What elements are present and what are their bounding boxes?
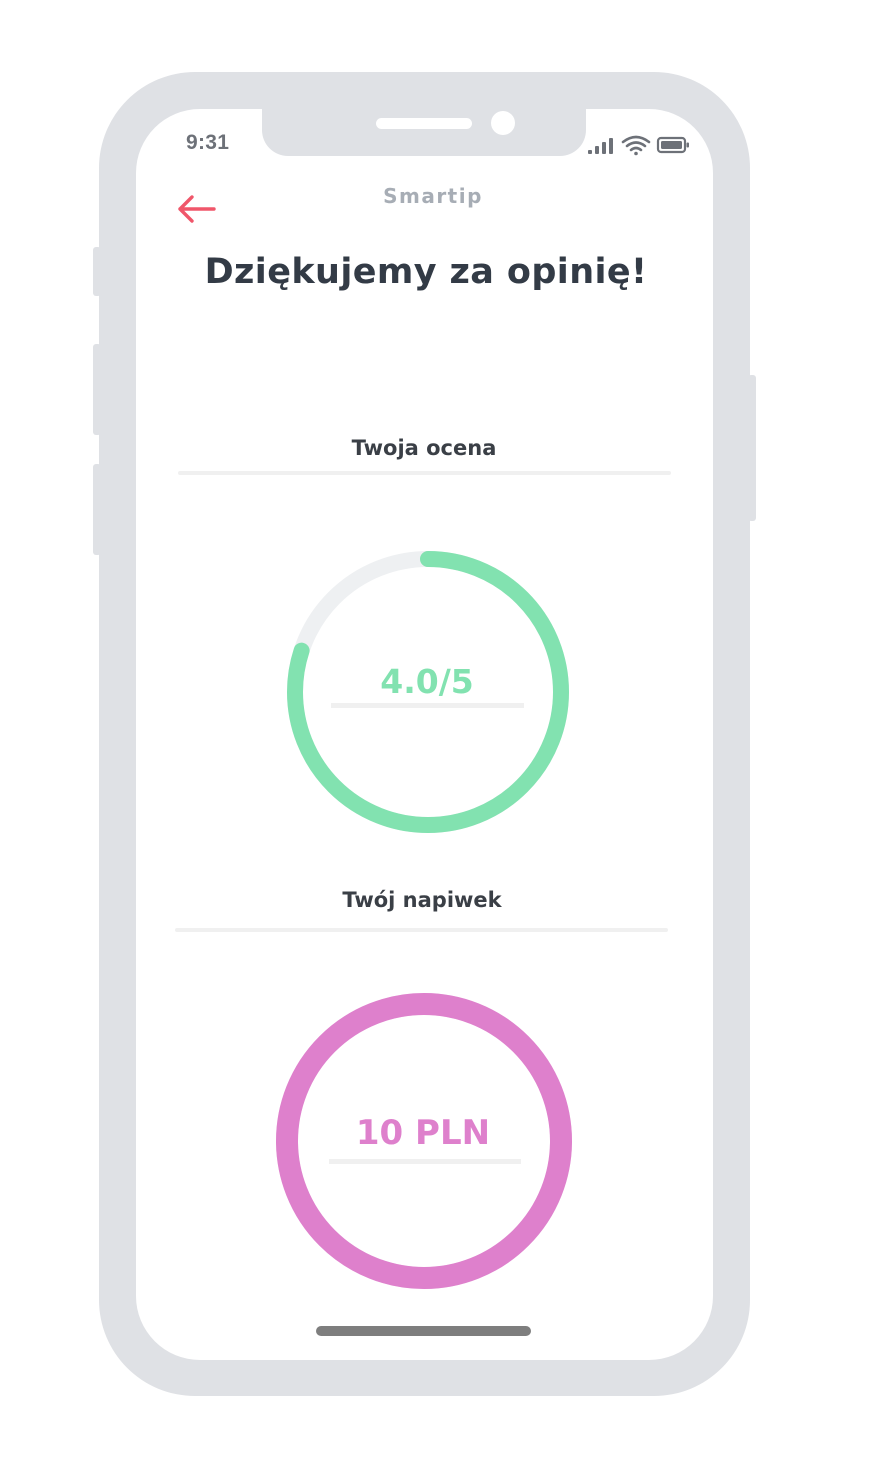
page-title: Dziękujemy za opinię!: [204, 252, 648, 292]
rating-value: 4.0/5: [380, 662, 474, 701]
wifi-icon: [621, 135, 651, 156]
front-camera: [491, 111, 515, 135]
status-time: 9:31: [186, 131, 230, 154]
home-indicator[interactable]: [316, 1326, 531, 1336]
app-title: Smartip: [383, 184, 483, 208]
battery-icon: [656, 136, 689, 154]
rating-value-underline: [331, 703, 524, 708]
cellular-signal-icon: [588, 138, 613, 154]
rating-divider: [178, 471, 671, 475]
tip-label: Twój napiwek: [342, 888, 502, 912]
volume-up-button: [93, 344, 101, 435]
speaker-grille: [376, 118, 472, 129]
rating-label: Twoja ocena: [351, 436, 497, 460]
status-icons: [586, 134, 690, 162]
tip-divider: [175, 928, 668, 932]
tip-value-underline: [329, 1159, 521, 1164]
notch: [262, 109, 586, 156]
app-viewport: 9:31 Smartip Dziękujemy za opinię! Twoja…: [0, 0, 872, 1466]
power-button: [748, 375, 756, 521]
tip-value: 10 PLN: [355, 1113, 491, 1153]
volume-down-button: [93, 464, 101, 555]
